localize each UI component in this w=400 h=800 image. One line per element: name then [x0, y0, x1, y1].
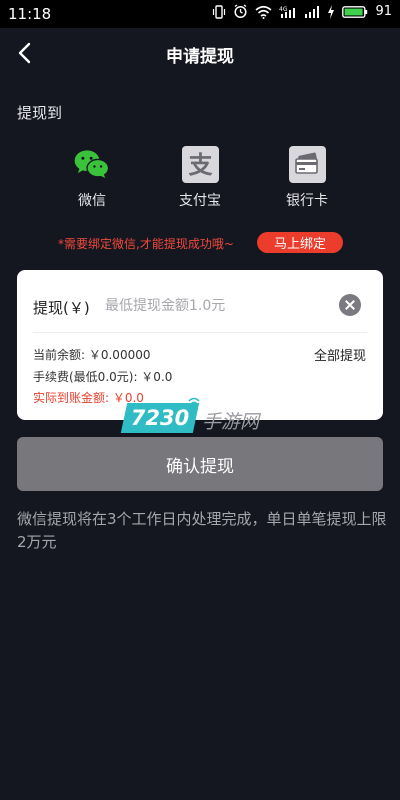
divider [33, 332, 367, 333]
method-wechat[interactable]: 微信 [47, 145, 137, 215]
battery-icon [342, 5, 368, 18]
bind-now-button[interactable]: 马上绑定 [257, 232, 343, 253]
method-bank-card[interactable]: 银行卡 [262, 145, 352, 215]
method-label: 微信 [78, 193, 106, 209]
signal-icon [305, 5, 320, 18]
amount-label: 提现(￥) [33, 299, 90, 317]
alarm-icon [234, 4, 248, 19]
status-icons: 4G 91 [212, 4, 392, 19]
svg-text:4G: 4G [279, 6, 288, 13]
alipay-icon: 支 [181, 145, 219, 183]
wifi-icon [255, 5, 272, 19]
signal-4g-icon: 4G [279, 6, 296, 18]
watermark-text: 手游网 [202, 411, 260, 433]
service-fee: 手续费(最低0.0元): ￥0.0 [33, 370, 173, 384]
method-label: 银行卡 [286, 193, 328, 209]
current-balance: 当前余额: ￥0.00000 [33, 348, 151, 362]
watermark-number: 7230 [130, 406, 190, 430]
amount-input[interactable] [103, 293, 337, 319]
nav-bar: 申请提现 [0, 28, 400, 78]
status-bar: 11:18 4G 91 [0, 0, 400, 28]
charging-icon [328, 4, 335, 19]
svg-text:支: 支 [188, 151, 213, 179]
clear-icon[interactable] [339, 294, 361, 316]
wechat-icon [73, 145, 111, 183]
method-label: 支付宝 [179, 193, 221, 209]
status-time: 11:18 [8, 5, 52, 23]
battery-level: 91 [375, 4, 392, 19]
watermark-logo: 7230 手游网 [120, 397, 274, 437]
withdraw-to-label: 提现到 [17, 104, 63, 122]
confirm-withdraw-button[interactable]: 确认提现 [17, 437, 383, 491]
withdraw-methods: 微信 支 支付宝 银行卡 [0, 145, 400, 215]
bind-row: *需要绑定微信,才能提现成功哦~ 马上绑定 [0, 232, 400, 254]
withdraw-all-button[interactable]: 全部提现 [314, 345, 366, 364]
vibrate-icon [213, 4, 226, 19]
page-title: 申请提现 [166, 47, 234, 67]
watermark-wifi-icon [188, 397, 200, 405]
bind-notice: *需要绑定微信,才能提现成功哦~ [58, 237, 234, 251]
method-alipay[interactable]: 支 支付宝 [155, 145, 245, 215]
bank-card-icon [288, 145, 326, 183]
withdraw-footnote: 微信提现将在3个工作日内处理完成，单日单笔提现上限2万元 [17, 510, 387, 551]
